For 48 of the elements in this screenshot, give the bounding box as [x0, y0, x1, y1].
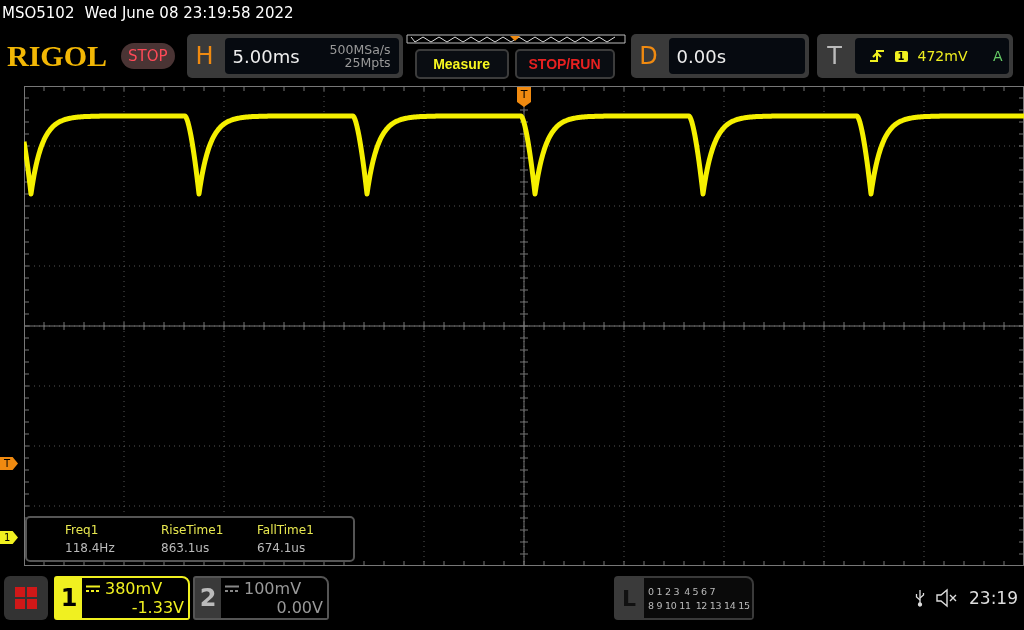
trigger-label: T: [826, 42, 843, 70]
model-name: MSO5102: [2, 4, 75, 22]
logo: RIGOL: [7, 39, 109, 73]
digital-channel-numbers: 0 1 2 3: [648, 585, 680, 597]
stop-run-button[interactable]: STOP/RUN: [514, 49, 615, 79]
digital-channel-numbers: 8 9 10 11: [648, 599, 691, 611]
delay-panel[interactable]: D 0.00s: [630, 34, 809, 78]
grid-icon: [15, 587, 37, 609]
digital-channel-numbers: 4 5 6 7: [684, 585, 716, 597]
channel-number: 1: [59, 584, 79, 612]
channel-scale: 380mV: [105, 579, 163, 598]
channel-offset: 0.00V: [275, 598, 323, 617]
sample-rate: 500MSa/s: [329, 43, 391, 56]
delay-value: 0.00s: [676, 45, 727, 67]
dc-coupling-icon: [225, 584, 239, 593]
date-time: Wed June 08 23:19:58 2022: [84, 4, 294, 22]
run-status: STOP: [121, 43, 175, 69]
measure-button[interactable]: Measure: [414, 49, 509, 79]
horizontal-panel[interactable]: H 5.00ms 500MSa/s 25Mpts: [186, 34, 403, 78]
speaker-muted-icon: [935, 588, 959, 608]
clock-time: 23:19: [969, 588, 1018, 608]
trigger-level-marker: T: [0, 457, 18, 470]
measurement-value: 863.1us: [161, 541, 211, 555]
trigger-position-marker: T: [517, 87, 531, 107]
digital-channel-numbers: 12 13 14 15: [695, 599, 750, 611]
rising-edge-icon: [868, 49, 885, 63]
trigger-panel[interactable]: T 1 472mV A: [816, 34, 1013, 78]
trigger-level: 472mV: [917, 48, 969, 64]
channel-scale: 100mV: [244, 579, 302, 598]
delay-label: D: [638, 42, 659, 70]
measurement-name: FallTime1: [257, 523, 315, 537]
measurement-value: 674.1us: [257, 541, 307, 555]
dc-coupling-icon: [86, 584, 100, 593]
horizontal-label: H: [194, 42, 215, 70]
timebase-value: 5.00ms: [232, 45, 301, 67]
menu-button[interactable]: [4, 576, 48, 620]
channel-marker: 1: [0, 531, 18, 544]
channel-offset: -1.33V: [130, 598, 184, 617]
trigger-source: 1: [894, 50, 908, 62]
channel-panel[interactable]: 1 380mV -1.33V: [54, 576, 190, 620]
channel-number: 2: [198, 584, 218, 612]
trigger-mode: A: [992, 48, 1003, 64]
channel-panel[interactable]: 2 100mV 0.00V: [193, 576, 329, 620]
measurement-value: 118.4Hz: [65, 541, 116, 555]
measurement-name: Freq1: [65, 523, 100, 537]
memory-depth: 25Mpts: [344, 56, 391, 69]
usb-icon: [915, 589, 925, 607]
measurement-name: RiseTime1: [161, 523, 225, 537]
